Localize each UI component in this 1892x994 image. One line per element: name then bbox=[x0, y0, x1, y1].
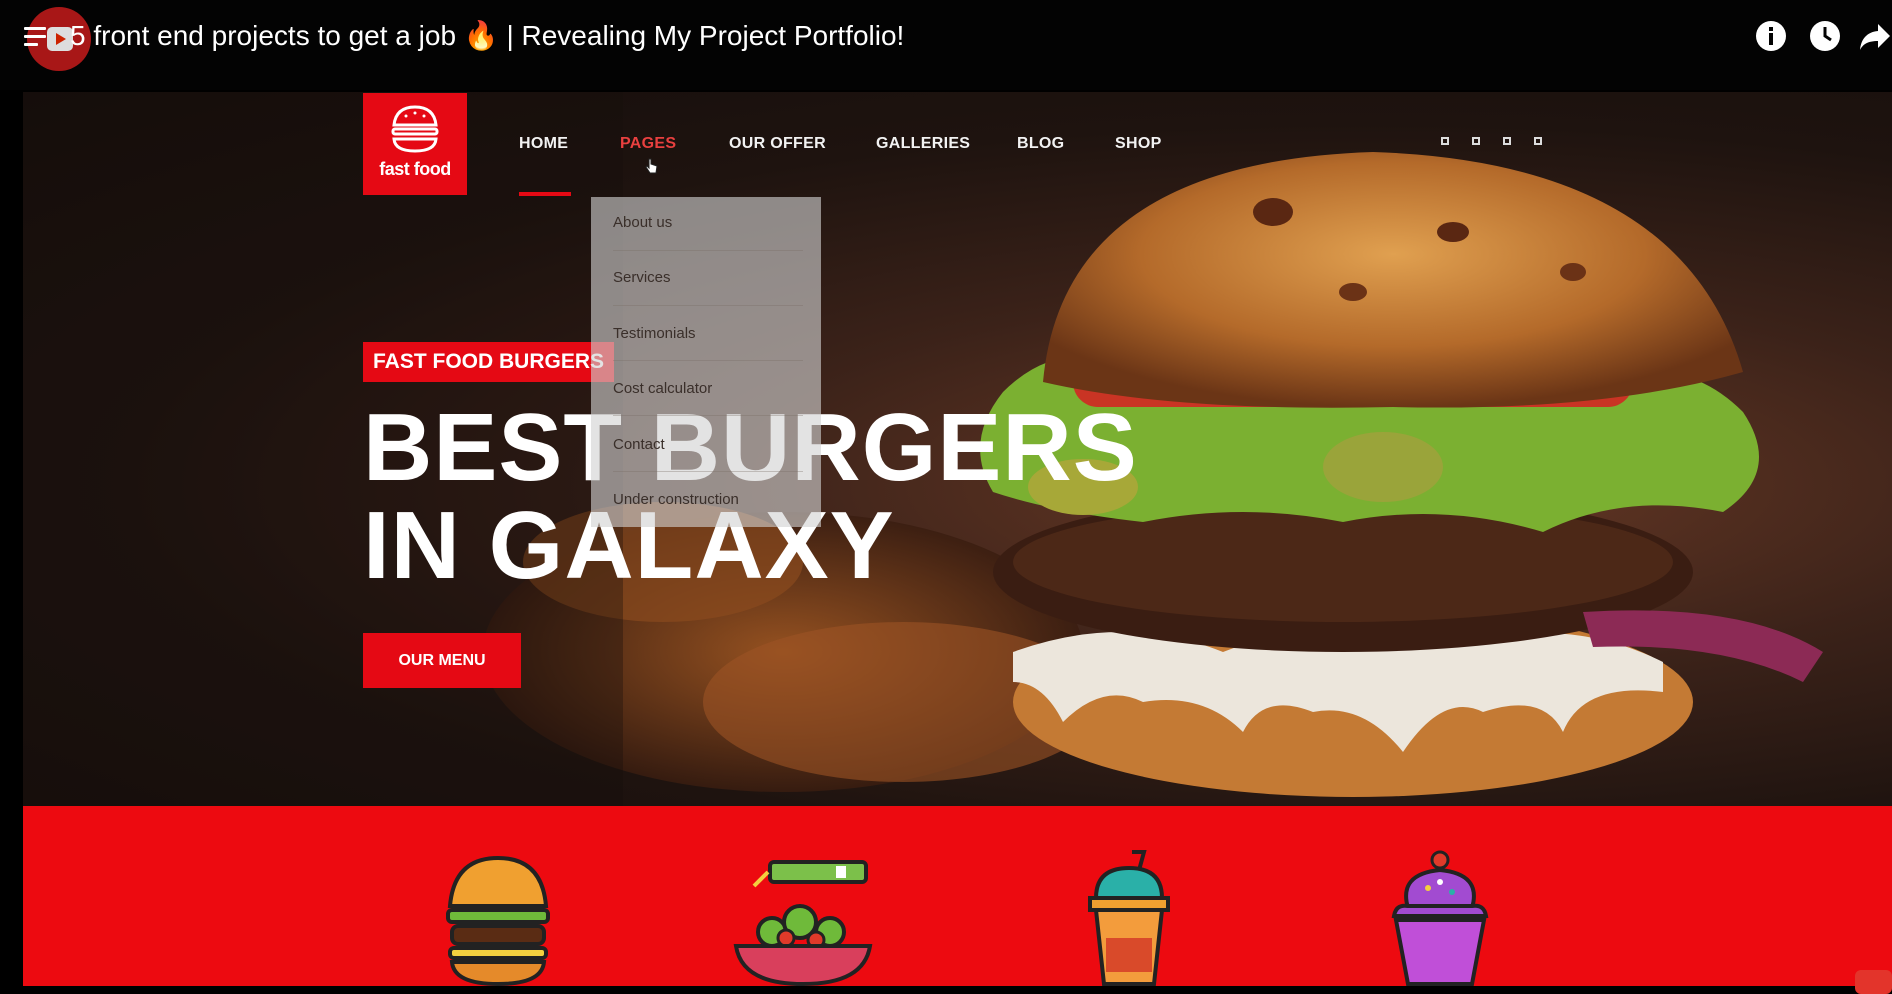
social-icon[interactable] bbox=[1503, 137, 1511, 145]
site-logo[interactable]: fast food bbox=[363, 93, 467, 195]
categories-band bbox=[23, 806, 1892, 986]
pages-dropdown-menu: About us Services Testimonials Cost calc… bbox=[591, 197, 821, 527]
nav-home[interactable]: HOME bbox=[519, 135, 568, 153]
hero-tag: FAST FOOD BURGERS bbox=[363, 342, 615, 382]
dropdown-divider bbox=[613, 415, 803, 416]
playlist-icon[interactable] bbox=[24, 24, 60, 54]
drink-icon[interactable] bbox=[1088, 850, 1170, 986]
video-title[interactable]: 5 front end projects to get a job 🔥 | Re… bbox=[70, 16, 904, 56]
dropdown-divider bbox=[613, 471, 803, 472]
hero-section: fast food HOME PAGES OUR OFFER GALLERIES… bbox=[23, 92, 1892, 806]
pointer-cursor-icon bbox=[645, 158, 658, 174]
video-title-bar: 5 front end projects to get a job 🔥 | Re… bbox=[0, 0, 1892, 90]
nav-shop[interactable]: SHOP bbox=[1115, 135, 1162, 153]
social-icon[interactable] bbox=[1472, 137, 1480, 145]
dropdown-divider bbox=[613, 250, 803, 251]
cupcake-icon[interactable] bbox=[1388, 846, 1492, 986]
dropdown-item-under-construction[interactable]: Under construction bbox=[613, 491, 739, 508]
social-icon[interactable] bbox=[1441, 137, 1449, 145]
nav-galleries[interactable]: GALLERIES bbox=[876, 135, 970, 153]
dropdown-divider bbox=[613, 305, 803, 306]
burger-icon[interactable] bbox=[446, 856, 550, 986]
salad-icon[interactable] bbox=[728, 856, 878, 986]
brand-name: fast food bbox=[379, 159, 451, 179]
nav-blog[interactable]: BLOG bbox=[1017, 135, 1064, 153]
nav-our-offer[interactable]: OUR OFFER bbox=[729, 135, 826, 153]
social-icon[interactable] bbox=[1534, 137, 1542, 145]
dropdown-item-about-us[interactable]: About us bbox=[613, 214, 672, 231]
website-preview: fast food HOME PAGES OUR OFFER GALLERIES… bbox=[23, 92, 1892, 986]
dropdown-item-testimonials[interactable]: Testimonials bbox=[613, 325, 696, 342]
dropdown-divider bbox=[613, 360, 803, 361]
youtube-watermark-icon[interactable] bbox=[1855, 970, 1892, 994]
dropdown-item-cost-calculator[interactable]: Cost calculator bbox=[613, 380, 712, 397]
burger-logo-icon bbox=[391, 105, 439, 153]
our-menu-button[interactable]: OUR MENU bbox=[363, 633, 521, 688]
dropdown-item-services[interactable]: Services bbox=[613, 269, 671, 286]
nav-pages[interactable]: PAGES bbox=[620, 135, 676, 153]
info-icon[interactable] bbox=[1754, 19, 1788, 53]
share-icon[interactable] bbox=[1858, 19, 1892, 53]
dropdown-item-contact[interactable]: Contact bbox=[613, 436, 665, 453]
watch-later-icon[interactable] bbox=[1808, 19, 1842, 53]
nav-active-indicator bbox=[519, 192, 571, 196]
